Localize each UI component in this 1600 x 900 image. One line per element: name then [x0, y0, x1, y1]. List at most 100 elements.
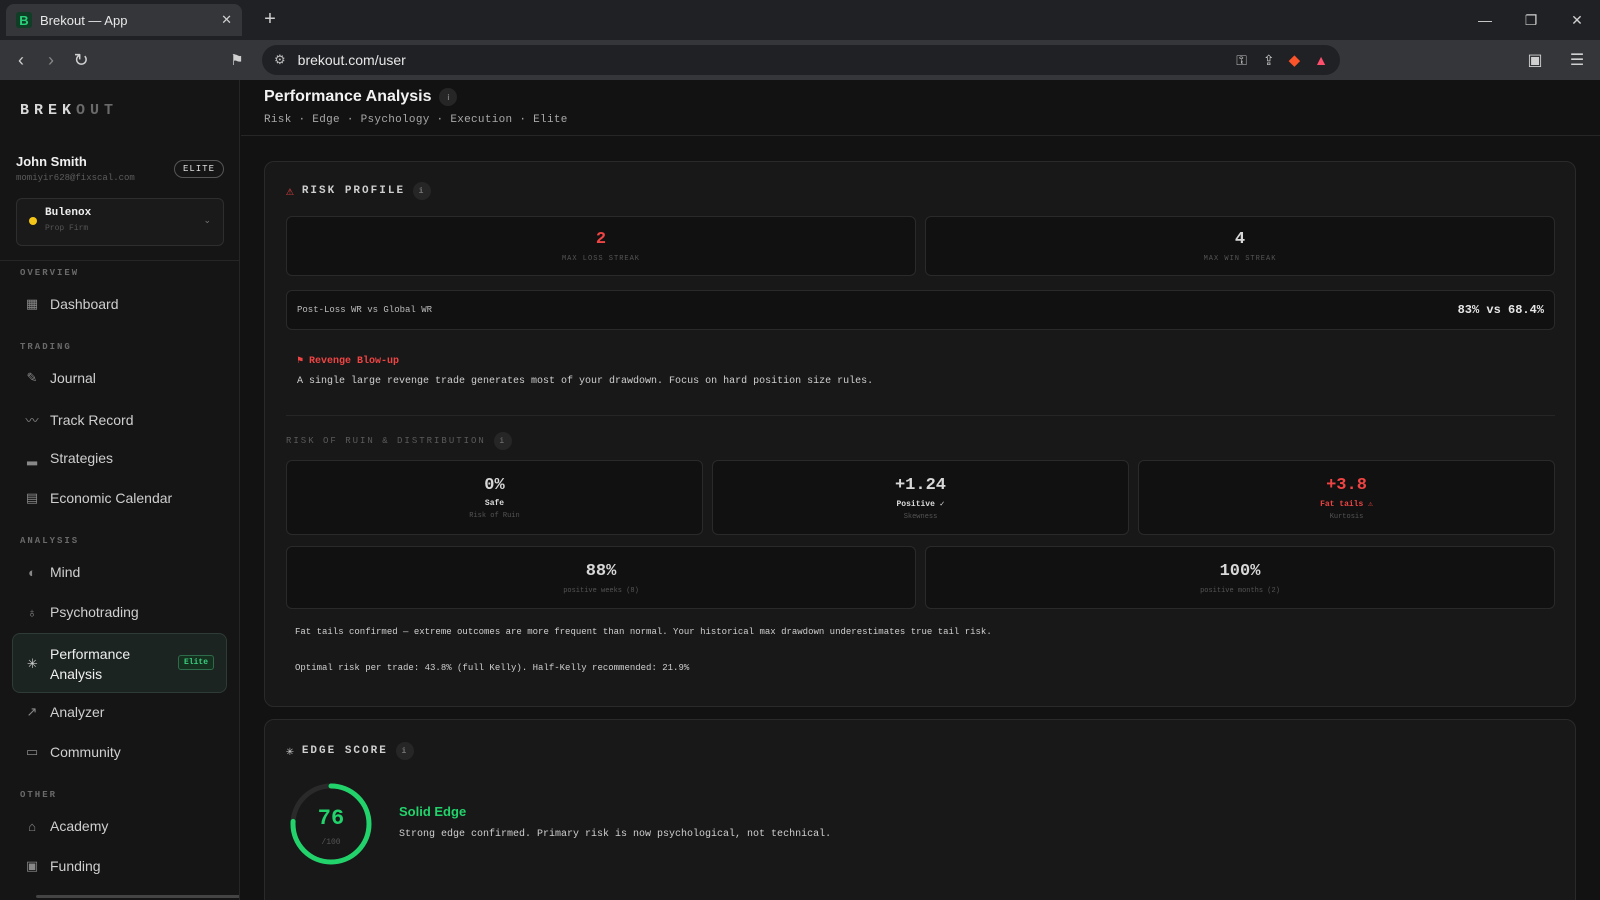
- info-icon[interactable]: i: [493, 432, 512, 450]
- edge-score-max: /100: [321, 838, 341, 847]
- sidebar-item-psychotrading[interactable]: ♁ Psychotrading: [24, 604, 139, 620]
- positive-weeks-label: positive weeks (8): [563, 587, 639, 595]
- menu-icon[interactable]: ☰: [1562, 45, 1592, 75]
- kurtosis-status: Fat tails ⚠: [1320, 500, 1373, 509]
- risk-of-ruin-box: 0% Safe Risk of Ruin: [286, 460, 703, 535]
- firm-type: Prop Firm: [45, 224, 89, 233]
- brand-logo[interactable]: BREKOUT: [20, 102, 118, 119]
- app-root: BREKOUT John Smith momiyir628@fixscal.co…: [0, 80, 1600, 900]
- favicon: B: [16, 12, 32, 28]
- sidebar-item-community[interactable]: ▭ Community: [24, 744, 121, 760]
- site-settings-icon[interactable]: ⚙: [274, 52, 286, 68]
- sidebar-item-analyzer[interactable]: ↗ Analyzer: [24, 704, 105, 720]
- risk-profile-title: ⚠ RISK PROFILE i: [286, 182, 432, 200]
- sidebar-item-funding[interactable]: ▣ Funding: [24, 858, 101, 874]
- max-loss-streak-value: 2: [595, 230, 607, 249]
- info-icon[interactable]: i: [413, 182, 432, 200]
- positive-months-box: 100% positive months (2): [925, 546, 1555, 609]
- edge-score-card: ✳ EDGE SCORE i 76 /100 Solid Edge Strong…: [264, 719, 1576, 900]
- browser-tabbar: B Brekout — App ✕ + — ❐ ✕: [0, 0, 1600, 40]
- plan-badge: ELITE: [173, 160, 224, 178]
- firm-name: Bulenox: [45, 207, 92, 219]
- horizontal-scrollbar[interactable]: [36, 895, 239, 898]
- new-tab-icon[interactable]: +: [258, 8, 282, 31]
- toolbar-right: ▣ ☰: [1520, 45, 1592, 75]
- brave-rewards-icon[interactable]: ▲: [1314, 52, 1328, 68]
- sidebar-item-strategies[interactable]: ▂ Strategies: [24, 450, 113, 466]
- section-divider: [286, 415, 1555, 416]
- reload-icon[interactable]: ↻: [66, 45, 96, 75]
- browser-toolbar: ‹ › ↻ ⚑ ⚙ brekout.com/user ⚿ ⇪ ◆ ▲ ▣ ☰: [0, 40, 1600, 80]
- info-icon[interactable]: i: [439, 88, 458, 106]
- edge-score-value: 76: [317, 806, 345, 831]
- risk-of-ruin-label: Risk of Ruin: [469, 512, 520, 520]
- edge-score-ring: 76 /100: [289, 782, 373, 866]
- risk-of-ruin-value: 0%: [484, 476, 505, 495]
- page-title: Performance Analysis: [264, 88, 432, 105]
- skewness-status: Positive ✓: [896, 500, 945, 509]
- sidebar-item-academy[interactable]: ⌂ Academy: [24, 818, 108, 834]
- close-tab-icon[interactable]: ✕: [221, 12, 232, 28]
- max-win-streak-label: MAX WIN STREAK: [1203, 255, 1277, 263]
- sidebar-item-journal[interactable]: ✎ Journal: [24, 370, 96, 386]
- post-loss-value: 83% vs 68.4%: [1457, 303, 1544, 317]
- back-icon[interactable]: ‹: [6, 45, 36, 75]
- risk-of-ruin-status: Safe: [484, 499, 505, 508]
- calendar-icon: ▤: [25, 490, 39, 505]
- nav-section-analysis: ANALYSIS: [20, 536, 80, 546]
- sidebar-item-dashboard[interactable]: ▦ Dashboard: [24, 296, 119, 312]
- restore-icon[interactable]: ❐: [1508, 0, 1554, 40]
- tab-title: Brekout — App: [40, 12, 128, 28]
- nav-section-other: OTHER: [20, 790, 58, 800]
- positive-weeks-value: 88%: [585, 562, 617, 581]
- grid-icon: ▦: [25, 296, 39, 311]
- window-controls: — ❐ ✕: [1462, 0, 1600, 40]
- forward-icon[interactable]: ›: [36, 45, 66, 75]
- risk-of-ruin-title: RISK OF RUIN & DISTRIBUTION i: [286, 432, 512, 450]
- share-icon[interactable]: ⇪: [1263, 52, 1275, 69]
- minimize-icon[interactable]: —: [1462, 0, 1508, 40]
- chevron-down-icon: ⌄: [203, 215, 211, 225]
- kurtosis-box: +3.8 Fat tails ⚠ Kurtosis: [1138, 460, 1555, 535]
- sidebar-divider: [0, 260, 239, 261]
- browser-tab[interactable]: B Brekout — App ✕: [6, 4, 242, 36]
- address-bar[interactable]: ⚙ brekout.com/user ⚿ ⇪ ◆ ▲: [262, 45, 1340, 75]
- positive-weeks-box: 88% positive weeks (8): [286, 546, 916, 609]
- url-text[interactable]: brekout.com/user: [298, 52, 1221, 68]
- sidebar-item-performance-analysis[interactable]: ✳ Performance Analysis Elite: [12, 633, 227, 693]
- edge-score-title: ✳ EDGE SCORE i: [286, 742, 414, 760]
- brave-shields-icon[interactable]: ◆: [1289, 51, 1301, 69]
- breadcrumb: Risk · Edge · Psychology · Execution · E…: [264, 114, 568, 126]
- prop-firm-selector[interactable]: Bulenox Prop Firm ⌄: [16, 198, 224, 246]
- firm-status-dot: [29, 217, 37, 225]
- close-window-icon[interactable]: ✕: [1554, 0, 1600, 40]
- info-icon[interactable]: i: [395, 742, 414, 760]
- briefcase-icon: ▣: [25, 858, 39, 873]
- bookmark-icon[interactable]: ⚑: [222, 45, 252, 75]
- kurtosis-label: Kurtosis: [1329, 513, 1364, 521]
- page-header: Performance Analysis i Risk · Edge · Psyc…: [241, 80, 1600, 136]
- skewness-label: Skewness: [903, 513, 938, 521]
- fat-tails-note: Fat tails confirmed — extreme outcomes a…: [295, 627, 992, 637]
- warning-icon: ⚠: [286, 183, 296, 199]
- max-loss-streak-label: MAX LOSS STREAK: [561, 255, 640, 263]
- brain-icon: ◐: [28, 564, 36, 580]
- max-loss-streak-box: 2 MAX LOSS STREAK: [286, 216, 916, 276]
- user-profile: John Smith momiyir628@fixscal.com ELITE: [16, 154, 224, 183]
- max-win-streak-box: 4 MAX WIN STREAK: [925, 216, 1555, 276]
- sidebar: BREKOUT John Smith momiyir628@fixscal.co…: [0, 80, 240, 900]
- main-content: Performance Analysis i Risk · Edge · Psyc…: [241, 80, 1600, 900]
- sidebar-item-label: Performance Analysis: [50, 646, 131, 682]
- sidebar-panel-icon[interactable]: ▣: [1520, 45, 1550, 75]
- post-loss-wr-row: Post-Loss WR vs Global WR 83% vs 68.4%: [286, 290, 1555, 330]
- edge-description: Strong edge confirmed. Primary risk is n…: [399, 829, 832, 840]
- chat-icon: ▭: [25, 744, 39, 759]
- pencil-icon: ✎: [26, 370, 38, 385]
- sparkle-icon: ✳: [286, 743, 296, 759]
- sidebar-item-mind[interactable]: ◐ Mind: [24, 564, 80, 580]
- risk-profile-card: ⚠ RISK PROFILE i 2 MAX LOSS STREAK 4 MAX…: [264, 161, 1576, 707]
- revenge-alert-text: A single large revenge trade generates m…: [297, 376, 874, 387]
- sidebar-item-economic-calendar[interactable]: ▤ Economic Calendar: [24, 490, 172, 506]
- key-icon[interactable]: ⚿: [1236, 52, 1247, 69]
- sidebar-item-track-record[interactable]: 〰 Track Record: [24, 410, 133, 429]
